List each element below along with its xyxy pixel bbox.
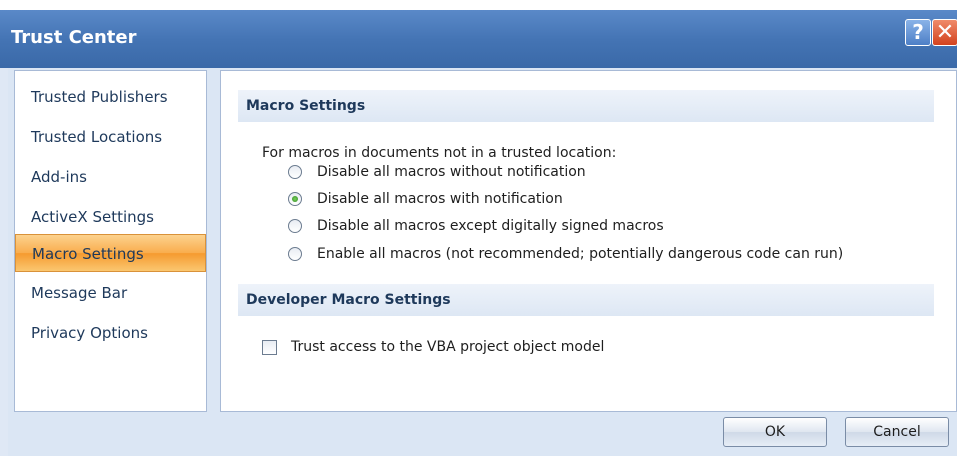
title-bar: Trust Center ? ✕: [0, 0, 957, 68]
macro-settings-header: Macro Settings: [238, 90, 934, 122]
sidebar-item-activex-settings[interactable]: ActiveX Settings: [15, 198, 206, 236]
radio-label: Disable all macros with notification: [317, 191, 563, 207]
sidebar-item-macro-settings[interactable]: Macro Settings: [15, 234, 206, 272]
sidebar-item-trusted-publishers[interactable]: Trusted Publishers: [15, 78, 206, 116]
sidebar-item-add-ins[interactable]: Add-ins: [15, 158, 206, 196]
radio-label: Disable all macros without notification: [317, 164, 586, 180]
radio-button[interactable]: [288, 165, 302, 179]
radio-button-selected[interactable]: [288, 192, 302, 206]
radio-disable-with-notification[interactable]: Disable all macros with notification: [288, 187, 563, 211]
trust-vba-access-option[interactable]: Trust access to the VBA project object m…: [262, 335, 604, 359]
macro-description: For macros in documents not in a trusted…: [262, 145, 617, 161]
radio-button[interactable]: [288, 219, 302, 233]
radio-disable-except-signed[interactable]: Disable all macros except digitally sign…: [288, 214, 664, 238]
cancel-button[interactable]: Cancel: [845, 417, 949, 447]
sidebar-item-privacy-options[interactable]: Privacy Options: [15, 314, 206, 352]
radio-button[interactable]: [288, 247, 302, 261]
settings-panel: Macro Settings For macros in documents n…: [220, 70, 957, 412]
sidebar: Trusted Publishers Trusted Locations Add…: [14, 70, 207, 412]
radio-label: Enable all macros (not recommended; pote…: [317, 246, 844, 262]
ok-button[interactable]: OK: [723, 417, 827, 447]
help-button[interactable]: ?: [905, 19, 931, 46]
developer-settings-header: Developer Macro Settings: [238, 284, 934, 316]
sidebar-item-message-bar[interactable]: Message Bar: [15, 274, 206, 312]
close-icon: ✕: [935, 20, 955, 45]
radio-disable-no-notification[interactable]: Disable all macros without notification: [288, 160, 586, 184]
close-button[interactable]: ✕: [932, 19, 957, 46]
sidebar-item-trusted-locations[interactable]: Trusted Locations: [15, 118, 206, 156]
radio-enable-all[interactable]: Enable all macros (not recommended; pote…: [288, 242, 843, 266]
trust-vba-checkbox[interactable]: [262, 339, 277, 355]
radio-label: Disable all macros except digitally sign…: [317, 218, 664, 234]
help-icon: ?: [912, 20, 924, 44]
checkbox-label: Trust access to the VBA project object m…: [291, 339, 605, 355]
window-title: Trust Center: [11, 27, 137, 48]
